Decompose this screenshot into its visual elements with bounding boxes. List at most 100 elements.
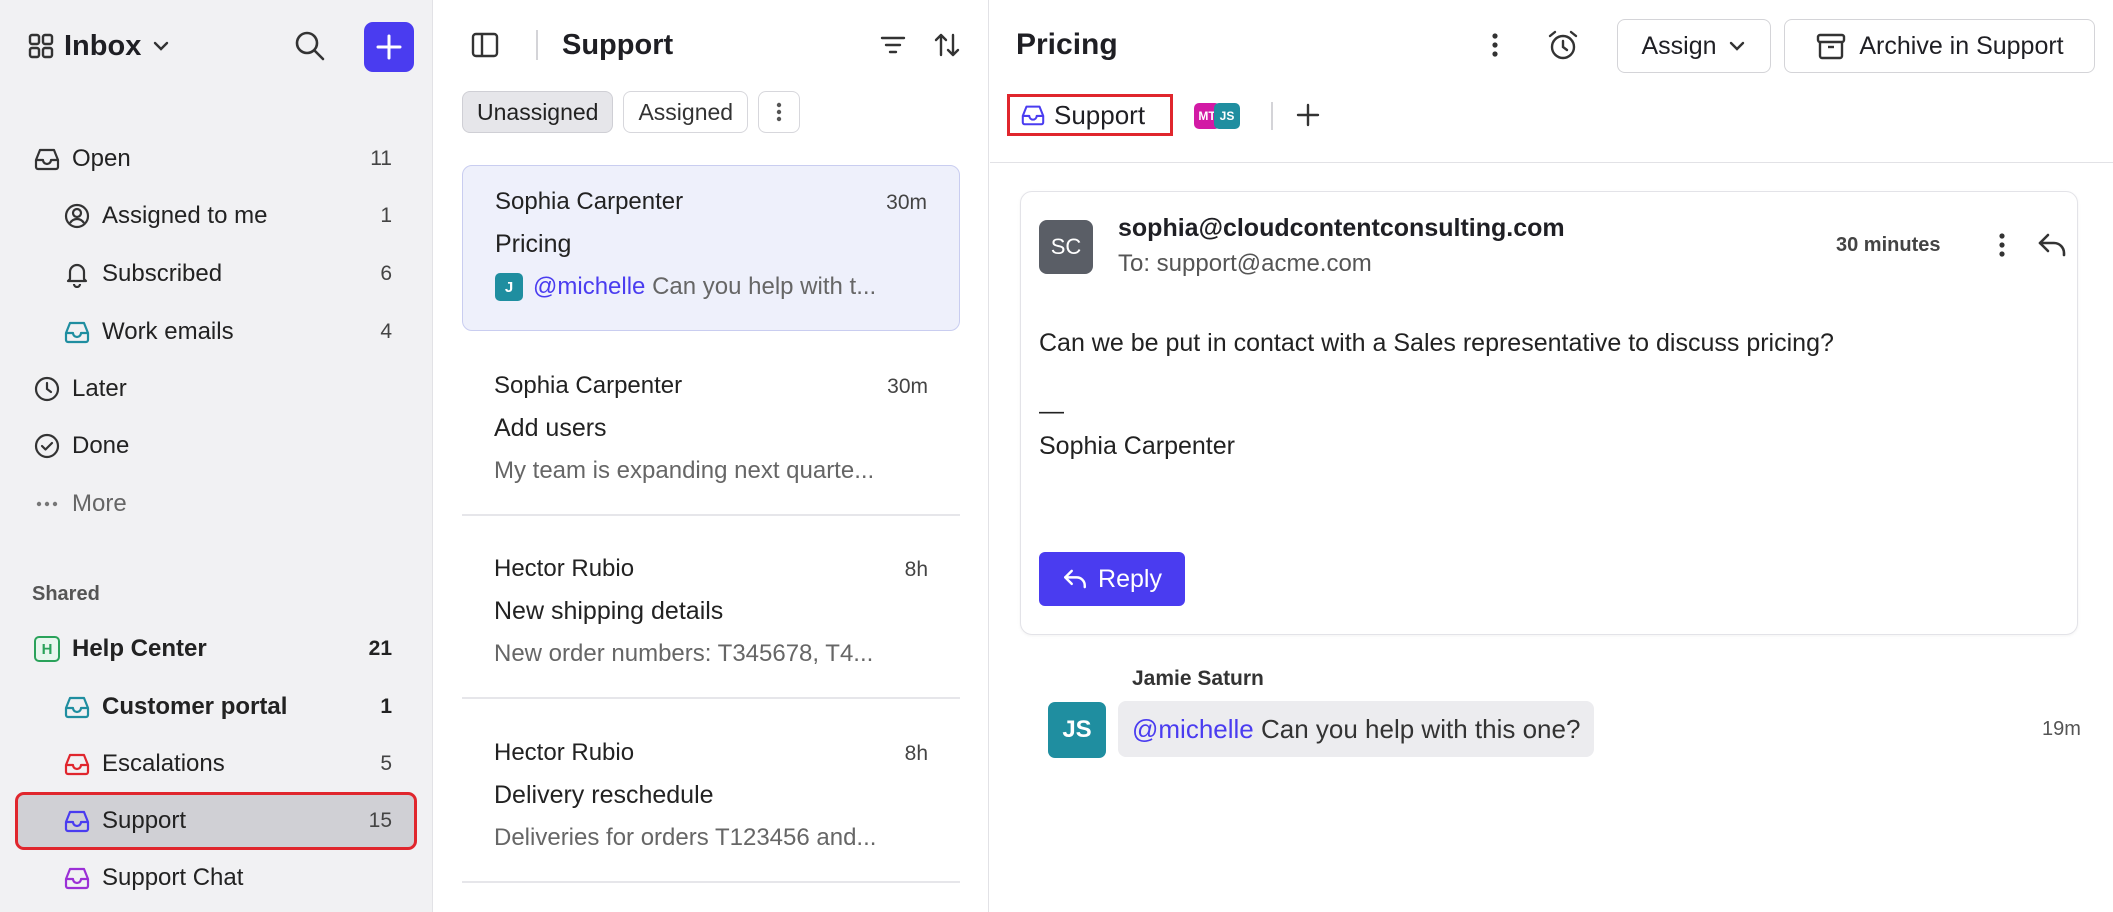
sidebar-item-done[interactable]: Done [18, 420, 414, 472]
conversation-preview: New order numbers: T345678, T4... [494, 640, 874, 667]
sidebar-item-more[interactable]: More [18, 478, 414, 530]
conversation-title: Pricing [1016, 28, 1118, 61]
conversation-subject: Delivery reschedule [494, 781, 714, 809]
inbox-tag-label: Support [1054, 99, 1146, 130]
sidebar-item-subscribed[interactable]: Subscribed 6 [18, 248, 414, 300]
search-icon [294, 30, 326, 62]
sidebar-item-label: Subscribed [102, 260, 223, 287]
message-menu-button[interactable] [1981, 224, 2023, 266]
sidebar-item-help-center[interactable]: H Help Center 21 [18, 623, 414, 675]
sidebar-item-label: Support [102, 807, 187, 834]
bell-icon [60, 257, 94, 291]
note-author: Jamie Saturn [1132, 667, 1264, 690]
sidebar: Inbox Open 11 Assigned to me 1 Subscribe… [0, 0, 433, 912]
reply-icon-button[interactable] [2031, 224, 2073, 266]
note-text: Can you help with this one? [1253, 713, 1581, 744]
conversation-subject: Pricing [495, 230, 572, 258]
sidebar-item-label: More [72, 490, 127, 517]
user-circle-icon [60, 199, 94, 233]
divider [990, 162, 2113, 163]
assign-label: Assign [1641, 31, 1717, 60]
inbox-tray-icon [1020, 102, 1046, 128]
search-button[interactable] [290, 26, 330, 66]
sidebar-item-customer-portal[interactable]: Customer portal 1 [18, 681, 414, 733]
conversation-sender: Hector Rubio [494, 555, 635, 582]
sidebar-item-label: Later [72, 375, 127, 402]
internal-note: @michelle Can you help with this one? [1118, 701, 1595, 757]
sidebar-item-escalations[interactable]: Escalations 5 [18, 738, 414, 790]
avatar: J [495, 273, 523, 301]
conversation-item[interactable]: Sophia Carpenter 30m Pricing J @michelle… [462, 165, 960, 331]
note-time: 19m [2042, 718, 2081, 740]
compose-button[interactable] [364, 22, 414, 72]
archive-label: Archive in Support [1859, 31, 2064, 60]
conversation-time: 8h [904, 558, 928, 581]
archive-button[interactable]: Archive in Support [1784, 19, 2095, 73]
participants[interactable]: MT JS [1194, 103, 1240, 129]
inbox-tray-icon [60, 315, 94, 349]
ellipsis-icon [30, 487, 64, 521]
conversation-item[interactable]: Sophia Carpenter 30m Add users My team i… [462, 350, 960, 516]
archive-box-icon [1815, 30, 1847, 62]
filter-button[interactable] [872, 24, 914, 66]
check-circle-icon [30, 429, 64, 463]
conversation-menu-button[interactable] [1474, 24, 1516, 66]
sidebar-item-count: 21 [368, 637, 392, 660]
chevron-down-icon [151, 36, 171, 56]
list-title: Support [536, 30, 673, 60]
conversation-time: 30m [887, 375, 928, 398]
sidebar-item-support-chat[interactable]: Support Chat [18, 852, 414, 904]
recipient-line: To: support@acme.com [1118, 250, 1372, 277]
sidebar-item-assigned-to-me[interactable]: Assigned to me 1 [18, 190, 414, 242]
preview-body: Can you help with t... [652, 273, 877, 300]
avatar: SC [1039, 220, 1093, 274]
inbox-tray-icon [30, 142, 64, 176]
assignment-tabs: Unassigned Assigned [462, 91, 801, 133]
inbox-tag-support[interactable]: Support [1007, 94, 1173, 136]
sort-button[interactable] [926, 24, 968, 66]
message-text: Can we be put in contact with a Sales re… [1039, 329, 1834, 357]
sidebar-item-count: 5 [380, 752, 392, 775]
sidebar-header: Inbox [28, 22, 418, 72]
vertical-ellipsis-icon [1992, 230, 2012, 260]
conversation-item[interactable]: Hector Rubio 8h New shipping details New… [462, 533, 960, 699]
assign-dropdown[interactable]: Assign [1617, 19, 1771, 73]
mention[interactable]: @michelle [1132, 714, 1254, 745]
snooze-button[interactable] [1542, 24, 1584, 66]
conversation-preview: J @michelle Can you help with t... [495, 273, 927, 301]
inbox-label: Inbox [64, 29, 142, 62]
divider [1271, 102, 1273, 130]
sidebar-item-later[interactable]: Later [18, 363, 414, 415]
conversation-detail-pane: Pricing Assign Archive in Support Suppor… [990, 0, 2113, 912]
inbox-tray-icon [60, 861, 94, 895]
inbox-switcher[interactable]: Inbox [28, 30, 171, 63]
conversation-subject: Add users [494, 414, 607, 442]
sidebar-item-label: Escalations [102, 750, 225, 777]
section-label-shared: Shared [32, 583, 100, 605]
plus-icon [1295, 102, 1321, 128]
reply-label: Reply [1098, 564, 1162, 593]
sidebar-item-support[interactable]: Support 15 [15, 792, 417, 850]
reply-button[interactable]: Reply [1039, 552, 1185, 606]
tab-assigned[interactable]: Assigned [623, 91, 749, 133]
conversation-subject: New shipping details [494, 597, 724, 625]
tabs-more-button[interactable] [758, 91, 801, 133]
sidebar-item-count: 11 [370, 147, 392, 170]
add-tag-button[interactable] [1287, 94, 1329, 136]
avatar: JS [1214, 103, 1240, 129]
filter-icon [879, 31, 907, 59]
tab-unassigned[interactable]: Unassigned [462, 91, 614, 133]
reply-arrow-icon [2036, 229, 2068, 261]
avatar: JS [1048, 702, 1106, 758]
message-body: Can we be put in contact with a Sales re… [1039, 326, 1834, 464]
toggle-sidebar-button[interactable] [464, 24, 506, 66]
signature-name: Sophia Carpenter [1039, 432, 1235, 460]
sort-arrows-icon [932, 30, 962, 60]
conversation-preview: Deliveries for orders T123456 and... [494, 824, 877, 851]
sidebar-item-work-emails[interactable]: Work emails 4 [18, 306, 414, 358]
conversation-sender: Hector Rubio [494, 739, 635, 766]
conversation-item[interactable]: Hector Rubio 8h Delivery reschedule Deli… [462, 717, 960, 883]
inbox-tray-icon [60, 747, 94, 781]
sidebar-item-label: Done [72, 432, 130, 459]
sidebar-item-open[interactable]: Open 11 [18, 133, 414, 185]
